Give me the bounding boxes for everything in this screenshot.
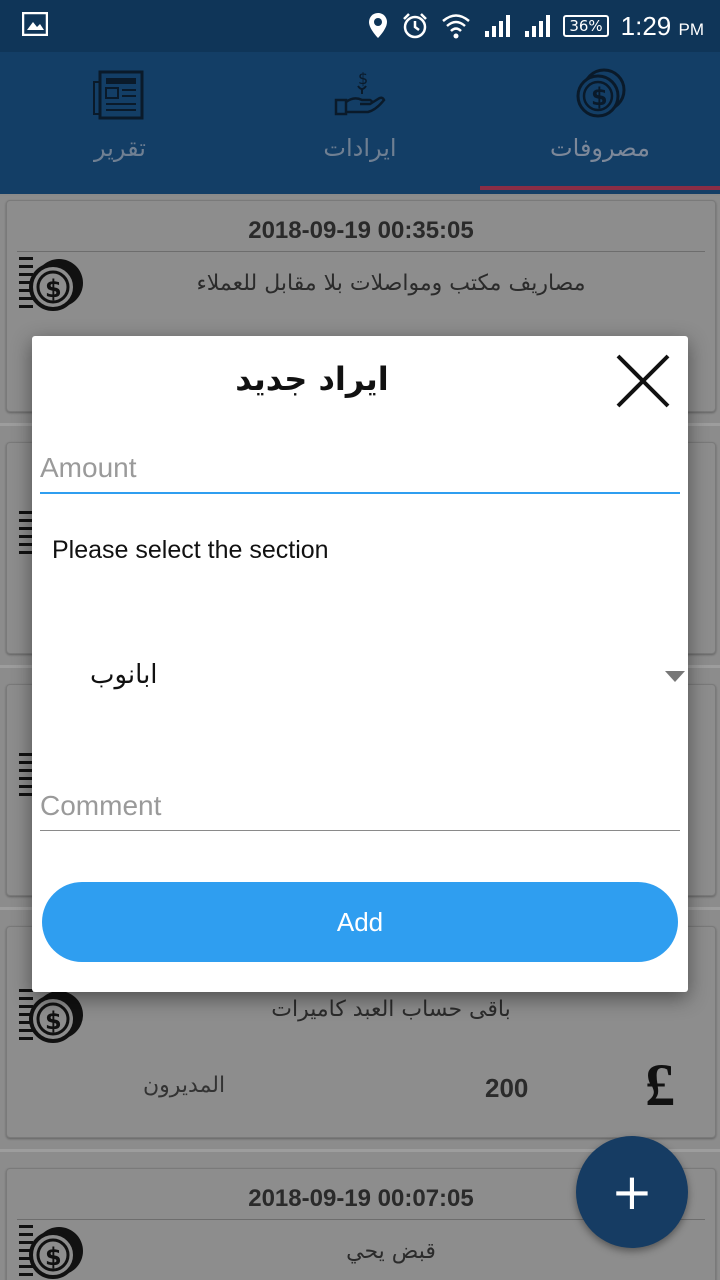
item-date: 2018-09-19 00:35:05 (248, 217, 474, 244)
svg-text:$: $ (591, 83, 608, 111)
wifi-icon (442, 14, 471, 39)
amount-placeholder: Amount (40, 452, 137, 483)
svg-text:$: $ (358, 69, 368, 88)
close-icon (616, 354, 670, 408)
tab-report[interactable]: تقرير (0, 52, 240, 194)
report-icon (93, 70, 144, 120)
section-label: Please select the section (52, 536, 329, 564)
add-fab-button[interactable]: + (576, 1136, 688, 1248)
alarm-icon (403, 13, 428, 39)
coins-stack-icon: $ (19, 1225, 83, 1279)
svg-text:$: $ (45, 275, 62, 303)
signal-2-icon (525, 15, 551, 37)
coins-icon: $ (576, 68, 626, 118)
active-tab-indicator (480, 186, 720, 190)
tab-income-label: ايرادات (323, 134, 397, 162)
dialog-title: ايراد جديد (235, 360, 389, 398)
item-owner: المديرون (143, 1073, 226, 1098)
gallery-notification-icon (22, 12, 48, 36)
tab-expenses[interactable]: $ مصروفات (480, 52, 720, 194)
app-bar: تقرير $ ايرادات $ مصروفات (0, 52, 720, 194)
tab-income[interactable]: $ ايرادات (240, 52, 480, 194)
clock: 1:29 PM (620, 10, 704, 41)
dropdown-arrow-icon (665, 671, 685, 682)
status-bar: 36% 1:29 PM (0, 0, 720, 52)
add-button[interactable]: Add (42, 882, 678, 962)
battery-indicator: 36% (563, 15, 609, 37)
status-icons: 36% 1:29 PM (367, 8, 704, 44)
divider (17, 251, 705, 252)
item-amount: 200 (485, 1073, 529, 1103)
pound-currency-icon: £ (645, 1052, 675, 1118)
comment-field[interactable]: Comment (40, 790, 680, 831)
signal-1-icon (485, 15, 511, 37)
new-income-dialog: ايراد جديد Amount Please select the sect… (32, 336, 688, 992)
section-select[interactable]: ابانوب (40, 646, 685, 706)
svg-text:$: $ (45, 1243, 62, 1271)
income-hand-icon: $ (334, 69, 386, 116)
section-selected-value: ابانوب (90, 660, 158, 690)
location-icon (369, 13, 388, 38)
amount-underline (40, 492, 680, 494)
comment-placeholder: Comment (40, 790, 162, 821)
item-description: مصاريف مكتب ومواصلات بلا مقابل للعملاء (196, 271, 586, 296)
close-button[interactable] (598, 336, 688, 426)
tab-report-label: تقرير (94, 134, 146, 162)
tab-expenses-label: مصروفات (550, 134, 650, 162)
comment-underline (40, 830, 680, 831)
amount-field[interactable]: Amount (40, 452, 680, 494)
item-description: قبض يحي (346, 1239, 436, 1264)
item-description: باقى حساب العبد كاميرات (271, 997, 511, 1022)
coins-stack-icon: $ (19, 989, 83, 1043)
coins-stack-icon: $ (19, 257, 83, 311)
svg-text:$: $ (45, 1007, 62, 1035)
